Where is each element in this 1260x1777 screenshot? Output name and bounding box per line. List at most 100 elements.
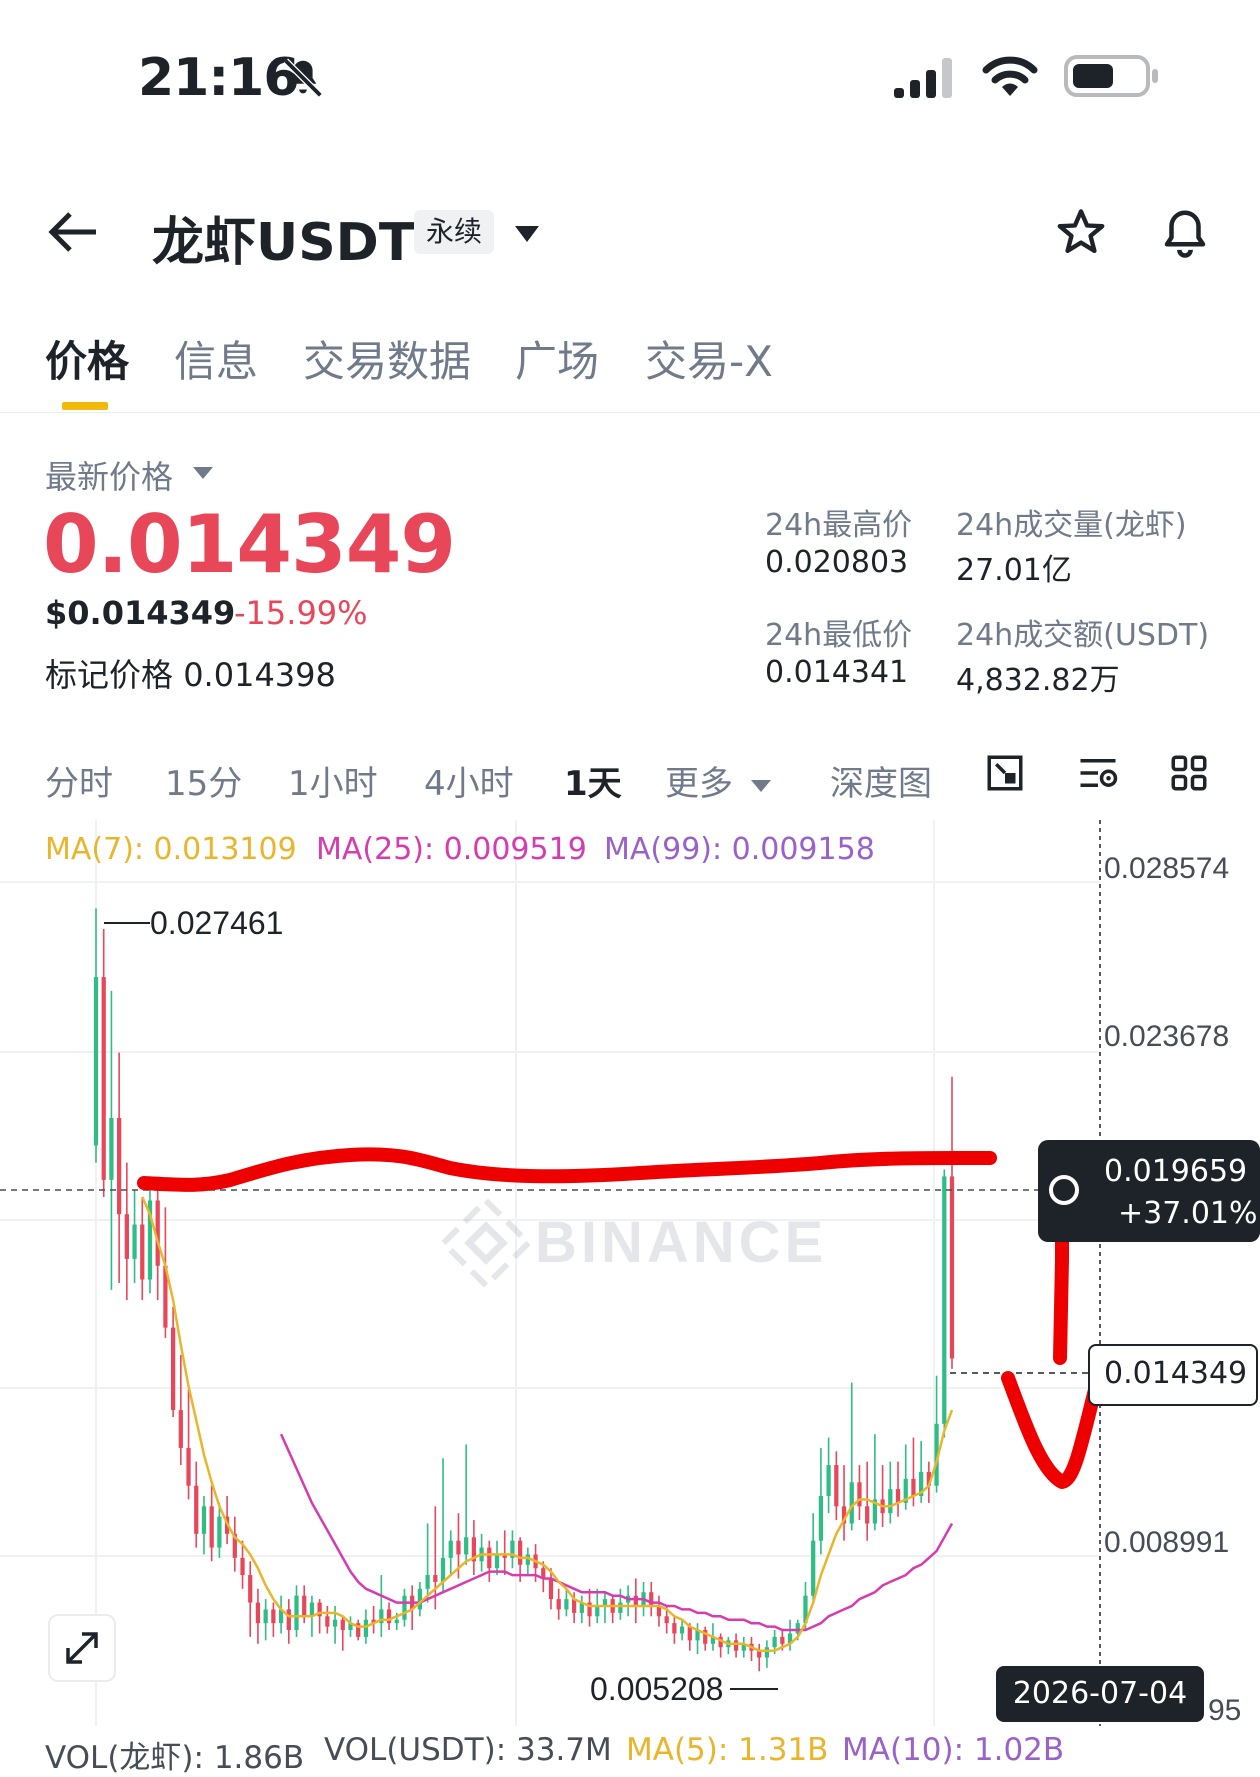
mark-price-label: 标记价格	[45, 656, 174, 694]
candle-up	[132, 1224, 137, 1259]
layout-grid-icon[interactable]	[1168, 752, 1210, 794]
price-change-percent: -15.99%	[234, 594, 368, 632]
indicator-settings-icon[interactable]	[1076, 752, 1120, 794]
candle-up	[888, 1489, 893, 1514]
wifi-icon	[982, 56, 1038, 96]
binance-watermark: BINANCE	[439, 1196, 827, 1290]
candle-down	[325, 1616, 330, 1627]
more-dropdown-icon	[750, 779, 771, 792]
candle-up	[679, 1626, 685, 1634]
interval-15m[interactable]: 15分	[165, 756, 242, 805]
candle-down	[949, 1176, 955, 1359]
interval-1h[interactable]: 1小时	[288, 756, 378, 805]
crosshair-dot-icon	[1049, 1175, 1079, 1205]
volume-coin-label: 24h成交量(龙虾)	[956, 508, 1187, 543]
high-24h-value: 0.020803	[765, 545, 909, 580]
favorite-star-icon[interactable]	[1054, 206, 1108, 258]
candle-up	[448, 1540, 453, 1558]
price-type-dropdown-icon[interactable]	[192, 466, 214, 480]
candle-down	[286, 1609, 291, 1631]
interval-more[interactable]: 更多	[665, 756, 772, 805]
candlestick-chart[interactable]: BINANCE 0.027461 0.005208 0.028574 0.023…	[0, 820, 1260, 1771]
annotation-resistance-line	[137, 1147, 997, 1192]
candle-up	[263, 1609, 268, 1624]
low-24h-value: 0.014341	[765, 655, 909, 690]
candle-down	[672, 1623, 677, 1634]
candle-up	[440, 1557, 446, 1582]
low-marker-label: 0.005208	[590, 1671, 723, 1707]
candle-down	[240, 1557, 245, 1576]
y-tick-1: 0.028574	[1104, 852, 1229, 885]
candle-up	[764, 1647, 770, 1658]
candle-up	[595, 1605, 600, 1617]
candle-down	[194, 1485, 199, 1534]
candle-down	[386, 1609, 392, 1624]
tab-trading-data[interactable]: 交易数据	[303, 328, 471, 389]
candle-down	[733, 1640, 739, 1651]
candle-up	[494, 1554, 500, 1569]
candle-up	[332, 1619, 338, 1627]
status-time: 21:16	[138, 48, 300, 108]
candle-up	[417, 1588, 423, 1610]
contract-type-badge: 永续	[414, 210, 495, 254]
candle-up	[464, 1537, 469, 1555]
volume-coin-indicator: VOL(龙虾): 1.86B	[45, 1740, 305, 1776]
high-24h-label: 24h最高价	[765, 508, 913, 543]
candle-up	[849, 1482, 854, 1524]
y-tick-3: 0.008991	[1104, 1526, 1229, 1559]
high-marker: 0.027461	[104, 905, 283, 941]
latest-price-label[interactable]: 最新价格	[45, 452, 173, 498]
tab-price[interactable]: 价格	[45, 328, 129, 389]
candle-up	[93, 977, 99, 1146]
volume-usdt-label: 24h成交额(USDT)	[956, 618, 1210, 653]
candle-up	[942, 1176, 947, 1424]
volume-ma10-indicator: MA(10): 1.02B	[842, 1732, 1065, 1768]
interval-timeline[interactable]: 分时	[45, 756, 113, 805]
candle-down	[834, 1465, 839, 1507]
candle-down	[487, 1547, 492, 1569]
candle-up	[618, 1602, 623, 1613]
candle-down	[140, 1224, 145, 1280]
candle-down	[911, 1478, 916, 1497]
candle-down	[572, 1599, 577, 1613]
tab-trade-x[interactable]: 交易-X	[645, 328, 773, 389]
interval-more-label: 更多	[665, 764, 733, 804]
interval-4h[interactable]: 4小时	[424, 756, 514, 805]
interval-1d[interactable]: 1天	[564, 756, 622, 805]
symbol-dropdown-icon[interactable]	[513, 224, 541, 244]
candle-down	[865, 1506, 870, 1524]
candle-up	[402, 1595, 407, 1620]
y-tick-2: 0.023678	[1104, 1020, 1229, 1053]
expand-chart-button[interactable]	[48, 1614, 116, 1682]
tab-info[interactable]: 信息	[174, 328, 258, 389]
last-price-tag-value: 0.014349	[1104, 1356, 1248, 1391]
candle-down	[548, 1578, 554, 1600]
volume-coin-value: 27.01亿	[956, 553, 1072, 588]
candle-down	[209, 1506, 214, 1548]
expand-arrows-icon	[66, 1632, 98, 1664]
depth-chart-tab[interactable]: 深度图	[830, 756, 932, 805]
ma7-label: MA(7): 0.013109	[45, 832, 297, 867]
tab-square[interactable]: 广场	[515, 328, 599, 389]
candle-down	[101, 977, 106, 1180]
candle-up	[826, 1465, 831, 1497]
y-tick-4: 95	[1208, 1694, 1241, 1727]
candle-down	[895, 1489, 901, 1503]
bell-muted-icon	[283, 58, 323, 98]
candle-down	[433, 1575, 438, 1582]
candle-down	[664, 1616, 669, 1624]
candle-up	[818, 1496, 824, 1541]
cellular-signal-icon	[894, 58, 952, 98]
candle-up	[309, 1602, 315, 1617]
volume-usdt-value: 4,832.82万	[956, 663, 1120, 698]
battery-icon	[1064, 55, 1158, 97]
binance-watermark-text: BINANCE	[535, 1210, 827, 1275]
candle-down	[687, 1626, 692, 1641]
price-alert-bell-icon[interactable]	[1158, 206, 1212, 260]
candle-up	[109, 1117, 114, 1180]
symbol-title[interactable]: 龙虾USDT	[152, 200, 414, 275]
back-arrow-icon[interactable]	[48, 210, 100, 254]
crosshair-percent: +37.01%	[1118, 1196, 1258, 1231]
chart-fullscreen-icon[interactable]	[984, 752, 1026, 794]
low-24h-label: 24h最低价	[765, 618, 913, 653]
